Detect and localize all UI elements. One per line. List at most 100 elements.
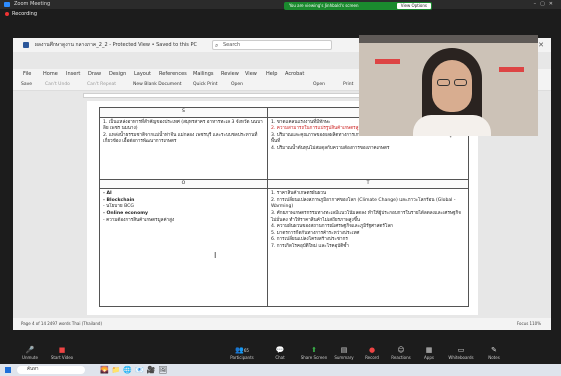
menu-help[interactable]: Help xyxy=(266,69,277,79)
menu-review[interactable]: Review xyxy=(221,69,239,79)
notes-label: Notes xyxy=(488,355,500,360)
participant-face xyxy=(432,60,472,112)
glasses-icon xyxy=(454,79,467,86)
quick-print-button[interactable]: Quick Print xyxy=(193,79,218,91)
header-s: S xyxy=(99,107,268,118)
unmute-button[interactable]: 🎤 Unmute xyxy=(12,346,48,360)
opportunities-cell[interactable]: - AI - Blockchain - นโยบาย BCG - Online … xyxy=(99,188,268,308)
undo-button[interactable]: Can't Undo xyxy=(45,79,70,91)
menu-references[interactable]: References xyxy=(159,69,187,79)
notes-icon: ✎ xyxy=(491,346,497,354)
document-title: ผลงานศึกษาดูงาน กลางภาค_2_2 - Protected … xyxy=(35,42,197,48)
unmute-label: Unmute xyxy=(22,355,38,360)
header-t: T xyxy=(266,178,470,190)
menu-mailings[interactable]: Mailings xyxy=(193,69,214,79)
video-off-icon: ■ xyxy=(58,346,66,354)
taskbar-search-text: ค้นหา xyxy=(27,367,39,372)
video-shelf xyxy=(359,35,538,43)
windows-start-icon[interactable] xyxy=(5,367,11,373)
whiteboards-label: Whiteboards xyxy=(448,355,474,360)
microphone-muted-icon: 🎤 xyxy=(25,346,35,354)
t-item: 6. การเปลี่ยนแปลงโครงสร้างประชากร xyxy=(270,237,348,243)
header-o: O xyxy=(99,178,268,190)
reactions-label: Reactions xyxy=(391,355,411,360)
share-screen-label: Share Screen xyxy=(300,355,328,360)
word-status-bar: Page 4 of 14 2497 words Thai (Thailand) … xyxy=(13,318,551,330)
open-button-2[interactable]: Open xyxy=(313,79,325,91)
chat-label: Chat xyxy=(275,355,285,360)
s-item: 2. แหล่งน้ำธรรมชาติจากแม่น้ำท่าจีน แม่กล… xyxy=(103,132,258,145)
taskbar-app-icons[interactable]: 🌄📁🌐📧🎥🖼 xyxy=(100,366,170,374)
view-options-button[interactable]: View Options xyxy=(396,3,431,9)
print-button[interactable]: Print xyxy=(343,79,353,91)
video-decor xyxy=(375,59,400,64)
zoom-logo-icon xyxy=(4,2,10,7)
recording-indicator[interactable]: Recording xyxy=(4,10,37,18)
whiteboard-icon: ▭ xyxy=(457,346,465,354)
participants-button[interactable]: 👥65 Participants xyxy=(224,346,260,360)
s-item: 1. เป็นแหล่งอาหารที่สำคัญของประเทศ (สมุท… xyxy=(103,119,263,132)
chat-icon: 💬 xyxy=(275,346,285,354)
save-button[interactable]: Save xyxy=(21,79,32,91)
o-item: - Online economy xyxy=(103,210,149,216)
t-item: 3. ศักยภาพเกษตรกรรมทางทะเลมีแนวโน้มลดลง … xyxy=(270,210,461,223)
zoom-title: Zoom Meeting xyxy=(14,1,51,7)
o-item: - นโยบาย BCG xyxy=(103,204,134,210)
repeat-button[interactable]: Can't Repeat xyxy=(87,79,116,91)
t-item: 7. การเกิดโรคอุบัติใหม่ และโรคอุบัติซ้ำ xyxy=(270,243,349,249)
strengths-cell[interactable]: 1. เป็นแหล่งอาหารที่สำคัญของประเทศ (สมุท… xyxy=(99,116,268,180)
zoom-toolbar: 🎤 Unmute ■ Start Video 👥65 Participants 💬 Ch… xyxy=(0,343,561,363)
video-decor xyxy=(499,67,524,72)
share-notice-bar: You are viewing's Jinhbald's screen View… xyxy=(284,2,432,10)
menu-draw[interactable]: Draw xyxy=(88,69,101,79)
participant-video-tile[interactable] xyxy=(359,35,538,136)
record-label: Record xyxy=(365,355,379,360)
menu-file[interactable]: File xyxy=(23,69,31,79)
participants-label: Participants xyxy=(230,355,254,360)
whiteboards-button[interactable]: ▭ Whiteboards xyxy=(443,346,479,360)
threats-cell[interactable]: 1. ราคาสินค้าเกษตรผันผวน 2. การเปลี่ยนแป… xyxy=(266,188,470,308)
menu-design[interactable]: Design xyxy=(109,69,126,79)
participants-icon: 👥65 xyxy=(235,346,249,354)
apps-label: Apps xyxy=(424,355,434,360)
menu-view[interactable]: View xyxy=(245,69,257,79)
status-right[interactable]: Focus 110% xyxy=(517,318,541,330)
summary-label: Summary xyxy=(334,355,354,360)
menu-insert[interactable]: Insert xyxy=(66,69,80,79)
menu-home[interactable]: Home xyxy=(43,69,58,79)
chat-button[interactable]: 💬 Chat xyxy=(262,346,298,360)
menu-acrobat[interactable]: Acrobat xyxy=(285,69,304,79)
window-controls[interactable]: –▢✕ xyxy=(534,0,557,9)
new-document-button[interactable]: New Blank Document xyxy=(133,79,182,91)
participant-body xyxy=(413,115,491,136)
zoom-title-bar: Zoom Meeting –▢✕ xyxy=(0,0,561,9)
recording-dot-icon xyxy=(5,12,9,16)
windows-taskbar: ค้นหา 🌄📁🌐📧🎥🖼 xyxy=(0,364,561,376)
menu-layout[interactable]: Layout xyxy=(134,69,151,79)
glasses-icon xyxy=(437,79,450,86)
search-placeholder: Search xyxy=(223,42,241,48)
search-icon: ⌕ xyxy=(215,42,219,49)
taskbar-search[interactable]: ค้นหา xyxy=(17,366,85,374)
o-item: - AI xyxy=(103,191,112,197)
t-item: 4. ความผันผวนของสถานการณ์เศรษฐกิจและภูมิ… xyxy=(270,224,393,230)
word-app-icon xyxy=(23,42,29,48)
zoom-window: Zoom Meeting –▢✕ Recording You are viewi… xyxy=(0,0,561,376)
w-item: 4. ปริมาณน้ำต้นทุนไม่สมดุลกับความต้องการ… xyxy=(270,145,390,151)
start-video-label: Start Video xyxy=(50,355,74,360)
close-icon[interactable]: ✕ xyxy=(538,38,544,52)
share-notice-text: You are viewing's Jinhbald's screen xyxy=(289,3,359,8)
apps-button[interactable]: ▦ Apps xyxy=(411,346,447,360)
o-item: - ความต้องการสินค้าเกษตรมูลค่าสูง xyxy=(103,217,175,223)
swot-table: S W 1. เป็นแหล่งอาหารที่สำคัญของประเทศ (… xyxy=(99,107,470,308)
t-item: 1. ราคาสินค้าเกษตรผันผวน xyxy=(270,191,327,197)
open-button[interactable]: Open xyxy=(231,79,243,91)
t-item: 2. การเปลี่ยนแปลงสภาพภูมิอากาศของโลก (Cl… xyxy=(270,197,456,210)
notes-button[interactable]: ✎ Notes xyxy=(476,346,512,360)
apps-icon: ▦ xyxy=(425,346,433,354)
word-search-box[interactable]: ⌕ Search xyxy=(212,40,332,50)
text-cursor-icon: I xyxy=(214,251,217,260)
start-video-button[interactable]: ■ Start Video xyxy=(44,346,80,360)
status-left: Page 4 of 14 2497 words Thai (Thailand) xyxy=(21,321,103,326)
participants-count: 65 xyxy=(243,348,249,353)
